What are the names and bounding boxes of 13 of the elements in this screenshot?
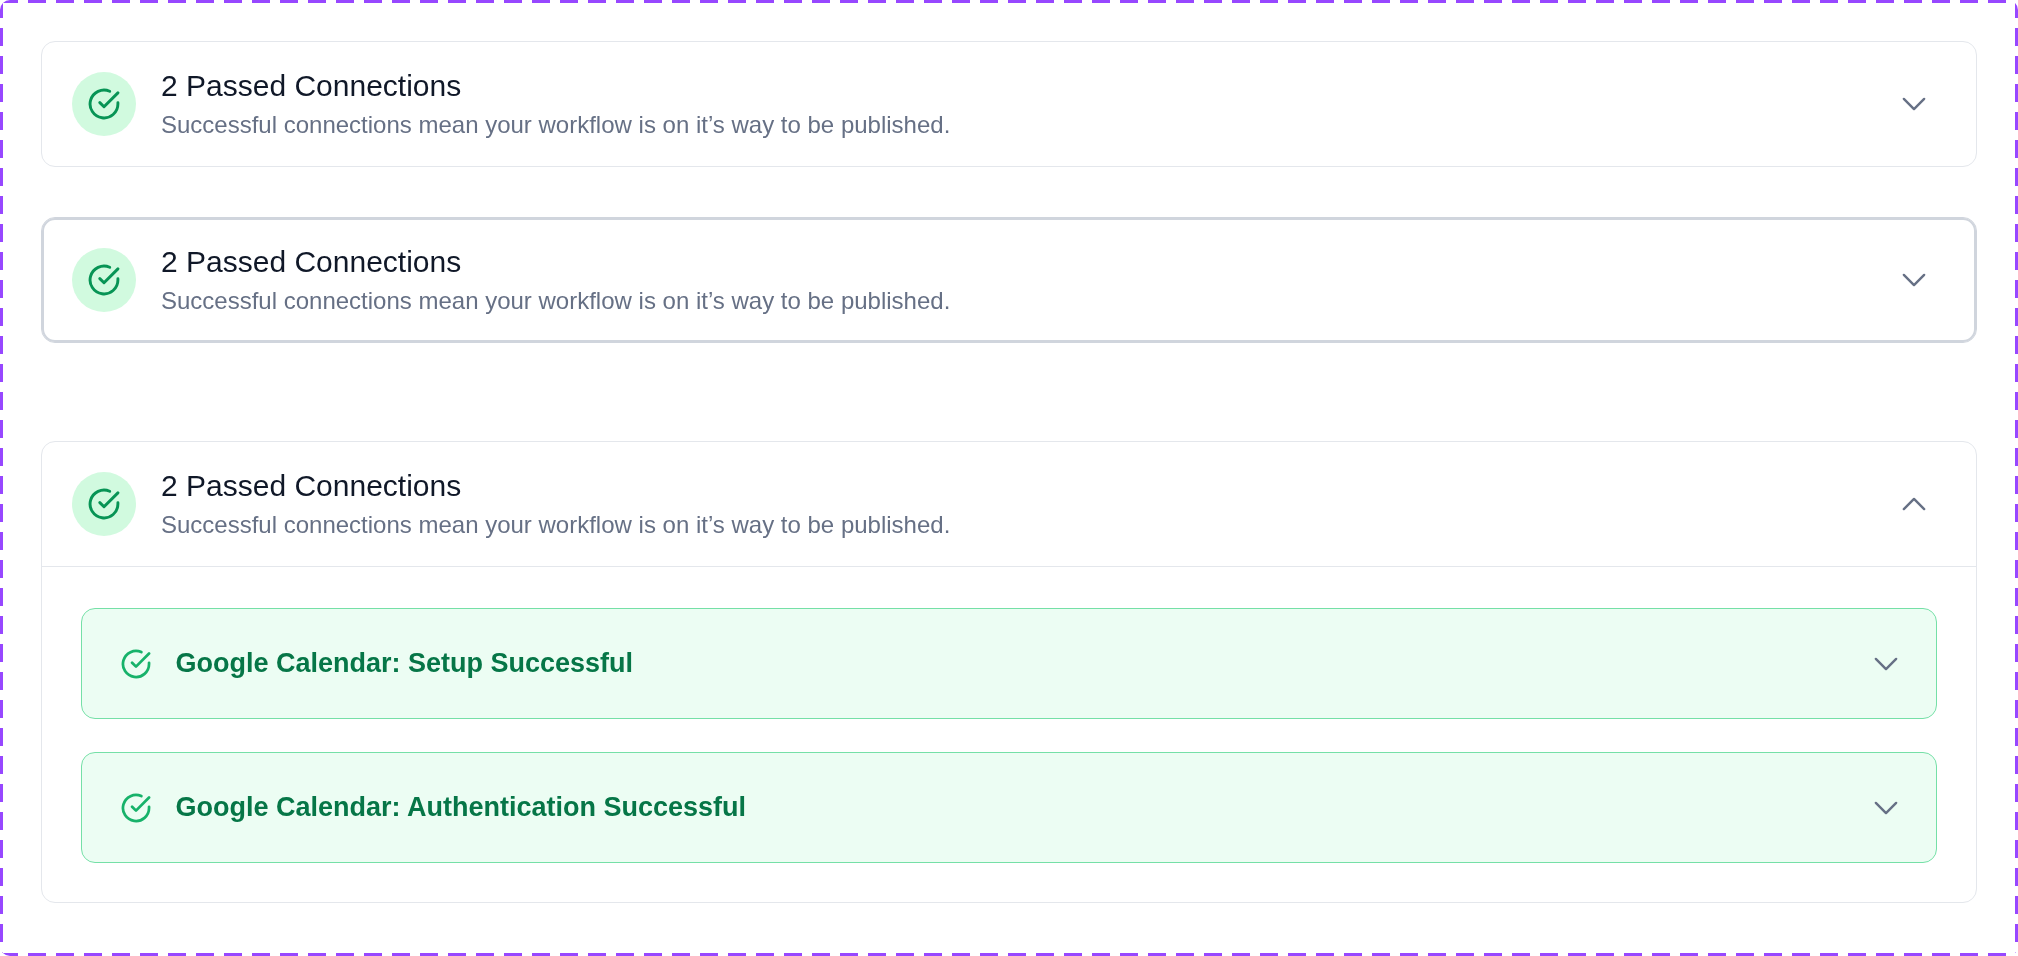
card-subtitle: Successful connections mean your workflow is on it’s way to be published. [161,285,951,316]
chevron-down-icon[interactable] [1902,97,1926,111]
chevron-down-icon[interactable] [1874,656,1898,671]
card-title: 2 Passed Connections [161,243,462,280]
connection-item[interactable]: Google Calendar: Authentication Successful [81,752,1937,863]
card-title: 2 Passed Connections [161,467,462,504]
chevron-down-icon[interactable] [1874,800,1898,815]
connection-item[interactable]: Google Calendar: Setup Successful [81,608,1937,719]
card-subtitle: Successful connections mean your workflow is on it’s way to be published. [161,509,951,540]
chevron-down-icon[interactable] [1902,273,1926,287]
card-title: 2 Passed Connections [161,67,462,104]
chevron-up-icon[interactable] [1902,497,1926,511]
card-subtitle: Successful connections mean your workflow is on it’s way to be published. [161,109,951,140]
